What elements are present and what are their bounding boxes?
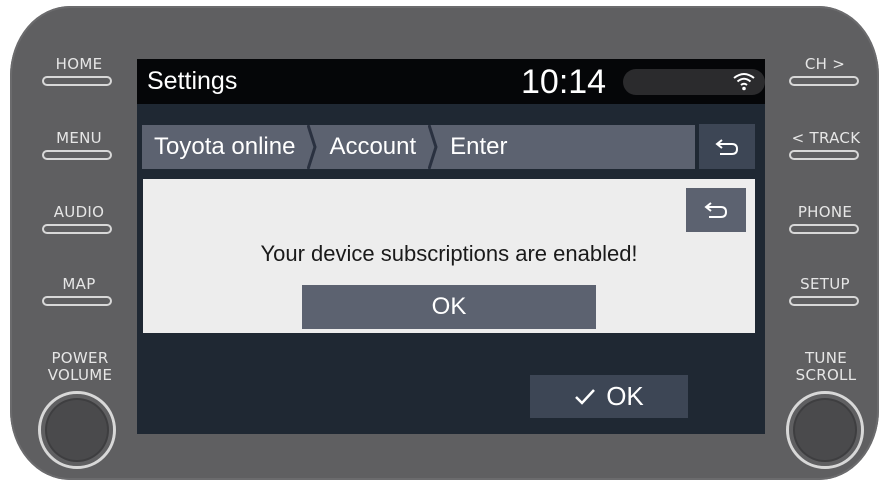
power-volume-knob[interactable]	[38, 391, 116, 469]
setup-hw-label: SETUP	[800, 275, 850, 293]
breadcrumb-item-toyota-online[interactable]: Toyota online	[142, 125, 307, 169]
breadcrumb-separator-icon	[428, 125, 438, 169]
menu-hw-button[interactable]	[42, 150, 112, 160]
home-hw-label: HOME	[55, 55, 103, 73]
confirm-ok-button[interactable]: OK	[530, 375, 688, 418]
dialog-back-button[interactable]	[686, 188, 746, 232]
breadcrumb-item-enter: Enter	[450, 133, 508, 160]
setup-hw-button[interactable]	[789, 296, 859, 306]
wifi-icon	[733, 73, 755, 91]
back-arrow-icon	[715, 138, 739, 155]
breadcrumb-trail: Toyota online Account Enter	[142, 125, 695, 169]
phone-hw-button[interactable]	[789, 224, 859, 234]
power-label: POWER	[51, 349, 109, 367]
breadcrumb-separator-icon	[307, 125, 318, 169]
tune-label: TUNE	[804, 349, 848, 367]
track-hw-button[interactable]	[789, 150, 859, 160]
map-hw-label: MAP	[62, 275, 96, 293]
dialog-ok-button[interactable]: OK	[302, 285, 596, 329]
audio-hw-label: AUDIO	[53, 203, 105, 221]
ch-hw-button[interactable]	[789, 76, 859, 86]
audio-hw-button[interactable]	[42, 224, 112, 234]
power-volume-label: POWER VOLUME	[34, 350, 126, 384]
volume-label: VOLUME	[47, 366, 113, 384]
home-hw-button[interactable]	[42, 76, 112, 86]
status-bar: Settings 10:14	[137, 59, 765, 104]
breadcrumb-item-account[interactable]: Account	[317, 125, 428, 169]
menu-hw-label: MENU	[56, 129, 102, 147]
scroll-label: SCROLL	[795, 366, 857, 384]
tune-scroll-label: TUNE SCROLL	[780, 350, 872, 384]
screen-title: Settings	[147, 67, 238, 95]
display-screen: Settings 10:14 Toyota online Account Ent…	[137, 59, 765, 434]
confirm-ok-label: OK	[606, 381, 644, 411]
clock: 10:14	[521, 63, 607, 101]
confirmation-dialog: Your device subscriptions are enabled! O…	[143, 179, 755, 333]
track-hw-label: < TRACK	[791, 129, 861, 147]
tune-scroll-knob[interactable]	[786, 391, 864, 469]
map-hw-button[interactable]	[42, 296, 112, 306]
dialog-message: Your device subscriptions are enabled!	[260, 241, 638, 266]
checkmark-icon	[575, 388, 596, 405]
back-button[interactable]	[699, 124, 755, 169]
phone-hw-label: PHONE	[797, 203, 853, 221]
breadcrumb: Toyota online Account Enter	[137, 104, 765, 182]
ch-hw-label: CH >	[804, 55, 846, 73]
back-arrow-icon	[704, 202, 728, 218]
